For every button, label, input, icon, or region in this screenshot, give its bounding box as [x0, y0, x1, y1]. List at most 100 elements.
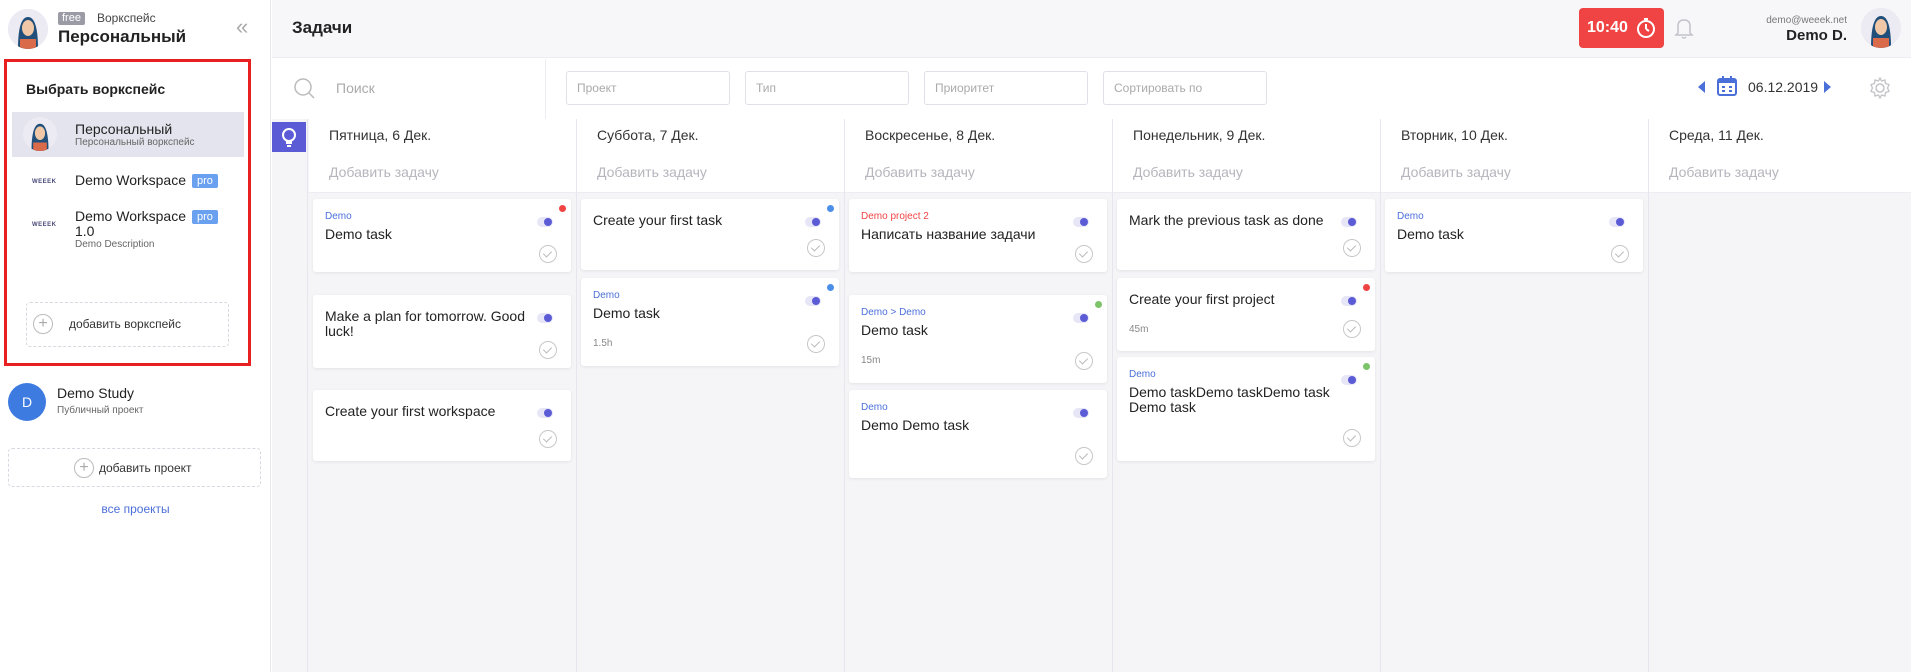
add-workspace-button[interactable]: + добавить воркспейс: [26, 302, 229, 347]
task-card[interactable]: Mark the previous task as done: [1117, 199, 1375, 270]
toggle-icon[interactable]: [1341, 375, 1357, 385]
complete-check-icon[interactable]: [807, 335, 825, 353]
user-name[interactable]: Demo D.: [1786, 27, 1847, 44]
column-header: Вторник, 10 Дек. Добавить задачу: [1381, 119, 1648, 193]
toggle-icon[interactable]: [537, 408, 553, 418]
toggle-icon[interactable]: [1609, 217, 1625, 227]
tips-button[interactable]: [272, 122, 306, 152]
card-title: Demo task: [861, 322, 928, 338]
page-title: Задачи: [292, 18, 353, 37]
card-estimate: 45m: [1129, 324, 1149, 335]
project-avatar: D: [8, 383, 46, 421]
add-project-label: добавить проект: [99, 461, 192, 475]
add-task-input[interactable]: Добавить задачу: [597, 164, 707, 180]
card-title: Demo task: [325, 226, 392, 242]
add-task-input[interactable]: Добавить задачу: [329, 164, 439, 180]
complete-check-icon[interactable]: [1343, 239, 1361, 257]
card-estimate: 15m: [861, 355, 881, 366]
task-card[interactable]: Demo Demo taskDemo taskDemo task Demo ta…: [1117, 357, 1375, 461]
prev-date-icon[interactable]: [1698, 81, 1705, 93]
priority-dot: [559, 205, 566, 212]
priority-filter[interactable]: [924, 71, 1088, 105]
card-project[interactable]: Demo: [593, 290, 620, 301]
project-name: Demo Study: [57, 385, 135, 401]
complete-check-icon[interactable]: [1343, 320, 1361, 338]
search-icon[interactable]: [292, 76, 316, 100]
toggle-icon[interactable]: [1341, 217, 1357, 227]
card-project[interactable]: Demo: [325, 211, 352, 222]
add-task-input[interactable]: Добавить задачу: [1669, 164, 1779, 180]
card-title: Demo taskDemo taskDemo task Demo task: [1129, 384, 1330, 415]
complete-check-icon[interactable]: [539, 430, 557, 448]
toggle-icon[interactable]: [805, 217, 821, 227]
toggle-icon[interactable]: [1073, 217, 1089, 227]
day-column: Понедельник, 9 Дек. Добавить задачу Mark…: [1113, 119, 1381, 672]
task-card[interactable]: Demo Demo Demo task: [849, 390, 1107, 478]
task-card[interactable]: Demo > Demo Demo task 15m: [849, 295, 1107, 383]
card-project[interactable]: Demo project 2: [861, 211, 929, 222]
toggle-icon[interactable]: [1073, 313, 1089, 323]
complete-check-icon[interactable]: [539, 245, 557, 263]
sort-filter[interactable]: [1103, 71, 1267, 105]
gear-icon[interactable]: [1868, 76, 1892, 100]
complete-check-icon[interactable]: [1611, 245, 1629, 263]
toggle-icon[interactable]: [1341, 296, 1357, 306]
complete-check-icon[interactable]: [1075, 352, 1093, 370]
task-card[interactable]: Create your first workspace: [313, 390, 571, 461]
current-date[interactable]: 06.12.2019: [1748, 79, 1818, 95]
task-card[interactable]: Make a plan for tomorrow. Good luck!: [313, 295, 571, 368]
workspace-option-demo-1-0[interactable]: WEEEK Demo Workspace pro 1.0 Demo Descript…: [12, 202, 244, 256]
column-header: Понедельник, 9 Дек. Добавить задачу: [1113, 119, 1380, 193]
complete-check-icon[interactable]: [1343, 429, 1361, 447]
add-task-input[interactable]: Добавить задачу: [865, 164, 975, 180]
card-title: Create your first task: [593, 212, 723, 228]
toggle-icon[interactable]: [805, 296, 821, 306]
task-card[interactable]: Demo Demo task 1.5h: [581, 278, 839, 366]
card-project[interactable]: Demo: [1129, 369, 1156, 380]
task-card[interactable]: Demo Demo task: [313, 199, 571, 272]
timer-button[interactable]: 10:40: [1579, 8, 1664, 48]
project-item-demo-study[interactable]: D Demo Study Публичный проект: [0, 378, 271, 426]
priority-dot: [827, 205, 834, 212]
workspace-option-demo[interactable]: WEEEK Demo Workspace pro: [12, 162, 244, 202]
complete-check-icon[interactable]: [1075, 447, 1093, 465]
task-card[interactable]: Demo Demo task: [1385, 199, 1643, 272]
day-column: Воскресенье, 8 Дек. Добавить задачу Demo…: [845, 119, 1113, 672]
toggle-icon[interactable]: [537, 217, 553, 227]
workspace-option-name: Demo Workspace pro: [75, 172, 218, 188]
user-avatar[interactable]: [1861, 8, 1901, 48]
column-day: Воскресенье, 8 Дек.: [865, 127, 996, 143]
column-header: Воскресенье, 8 Дек. Добавить задачу: [845, 119, 1112, 193]
task-card[interactable]: Create your first project 45m: [1117, 278, 1375, 351]
complete-check-icon[interactable]: [1075, 245, 1093, 263]
collapse-sidebar-icon[interactable]: «: [236, 16, 256, 38]
toggle-icon[interactable]: [537, 313, 553, 323]
task-card[interactable]: Demo project 2 Написать название задачи: [849, 199, 1107, 272]
complete-check-icon[interactable]: [539, 341, 557, 359]
add-workspace-label: добавить воркспейс: [69, 317, 181, 331]
type-filter[interactable]: [745, 71, 909, 105]
card-project[interactable]: Demo: [1397, 211, 1424, 222]
calendar-icon[interactable]: [1716, 75, 1738, 97]
all-projects-link[interactable]: все проекты: [0, 502, 271, 516]
next-date-icon[interactable]: [1824, 81, 1831, 93]
column-day: Вторник, 10 Дек.: [1401, 127, 1508, 143]
card-project[interactable]: Demo: [861, 402, 888, 413]
column-header: Суббота, 7 Дек. Добавить задачу: [577, 119, 844, 193]
card-title: Demo Demo task: [861, 417, 970, 433]
workspace-header[interactable]: free Воркспейс Персональный «: [0, 0, 271, 58]
add-task-input[interactable]: Добавить задачу: [1401, 164, 1511, 180]
plus-icon: +: [33, 314, 53, 334]
pro-badge: pro: [192, 210, 218, 224]
column-header: Среда, 11 Дек. Добавить задачу: [1649, 119, 1911, 193]
bell-icon[interactable]: [1673, 16, 1695, 40]
search-input[interactable]: [336, 77, 516, 99]
toggle-icon[interactable]: [1073, 408, 1089, 418]
project-filter[interactable]: [566, 71, 730, 105]
card-project[interactable]: Demo > Demo: [861, 307, 926, 318]
workspace-option-personal[interactable]: Персональный Персональный воркспейс: [12, 112, 244, 157]
task-card[interactable]: Create your first task: [581, 199, 839, 270]
complete-check-icon[interactable]: [807, 239, 825, 257]
add-task-input[interactable]: Добавить задачу: [1133, 164, 1243, 180]
add-project-button[interactable]: + добавить проект: [8, 448, 261, 487]
